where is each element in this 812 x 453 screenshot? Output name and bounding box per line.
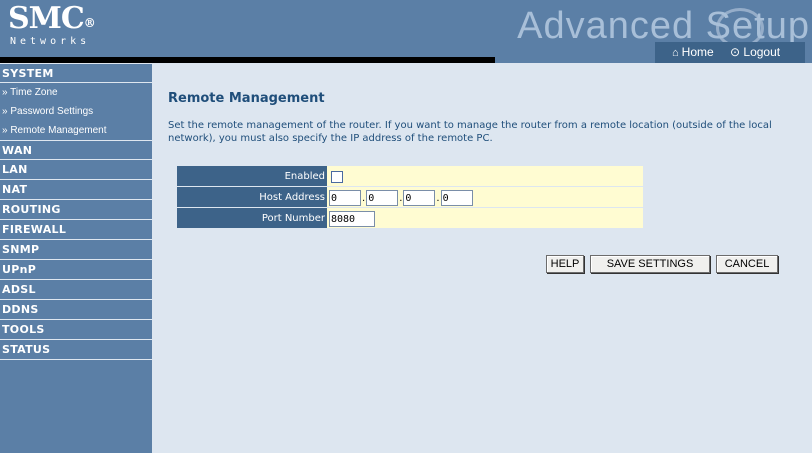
- sidebar-item-remote-management[interactable]: » Remote Management: [0, 121, 152, 140]
- enabled-checkbox[interactable]: [331, 171, 343, 183]
- sidebar-item-password-settings[interactable]: » Password Settings: [0, 102, 152, 121]
- logout-label: Logout: [743, 45, 781, 59]
- octet-separator: .: [436, 192, 440, 204]
- sidebar-item-time-zone[interactable]: » Time Zone: [0, 83, 152, 102]
- sidebar-item-status[interactable]: STATUS: [0, 340, 152, 360]
- page-title: Remote Management: [168, 91, 325, 106]
- logo-text: SMC: [8, 1, 85, 36]
- octet-separator: .: [399, 192, 403, 204]
- sidebar-item-tools[interactable]: TOOLS: [0, 320, 152, 340]
- sidebar-item-upnp[interactable]: UPnP: [0, 260, 152, 280]
- advanced-setup-title: Advanced Setup: [517, 5, 810, 47]
- octet-separator: .: [362, 192, 366, 204]
- port-number-input[interactable]: [329, 211, 375, 227]
- host-address-label: Host Address: [177, 186, 327, 208]
- logout-link[interactable]: ⊙ Logout: [730, 45, 780, 59]
- home-link[interactable]: ⌂ Home: [672, 45, 714, 59]
- sidebar: SYSTEM » Time Zone » Password Settings »…: [0, 63, 152, 453]
- port-number-row: Port Number: [177, 207, 643, 229]
- logo-subtitle: Networks: [10, 36, 91, 47]
- enabled-label: Enabled: [177, 166, 327, 187]
- sidebar-item-snmp[interactable]: SNMP: [0, 240, 152, 260]
- sidebar-item-system[interactable]: SYSTEM: [0, 63, 152, 83]
- cancel-button[interactable]: CANCEL: [716, 255, 778, 273]
- smc-logo: SMC® Networks: [8, 1, 96, 48]
- sidebar-item-lan[interactable]: LAN: [0, 160, 152, 180]
- sidebar-item-routing[interactable]: ROUTING: [0, 200, 152, 220]
- enabled-row: Enabled: [177, 166, 643, 187]
- main-content: Remote Management Set the remote managem…: [152, 63, 812, 453]
- sidebar-item-adsl[interactable]: ADSL: [0, 280, 152, 300]
- sidebar-item-nat[interactable]: NAT: [0, 180, 152, 200]
- header-banner: SMC® Networks Advanced Setup ⌂ Home ⊙ Log…: [0, 0, 812, 63]
- sidebar-item-ddns[interactable]: DDNS: [0, 300, 152, 320]
- remote-management-form: Enabled Host Address ... Port Number: [177, 166, 643, 229]
- help-button[interactable]: HELP: [546, 255, 584, 273]
- logout-icon: ⊙: [730, 45, 741, 59]
- sidebar-item-wan[interactable]: WAN: [0, 140, 152, 160]
- host-address-row: Host Address ...: [177, 186, 643, 208]
- sidebar-item-firewall[interactable]: FIREWALL: [0, 220, 152, 240]
- host-octet-4-input[interactable]: [440, 190, 473, 206]
- logo-registered-mark: ®: [83, 16, 96, 30]
- host-octet-3-input[interactable]: [403, 190, 436, 206]
- home-label: Home: [681, 45, 714, 59]
- port-number-label: Port Number: [177, 207, 327, 229]
- host-octet-2-input[interactable]: [366, 190, 399, 206]
- page-description: Set the remote management of the router.…: [168, 120, 772, 144]
- save-settings-button[interactable]: SAVE SETTINGS: [590, 255, 710, 273]
- host-octet-1-input[interactable]: [329, 190, 361, 206]
- home-icon: ⌂: [672, 47, 679, 59]
